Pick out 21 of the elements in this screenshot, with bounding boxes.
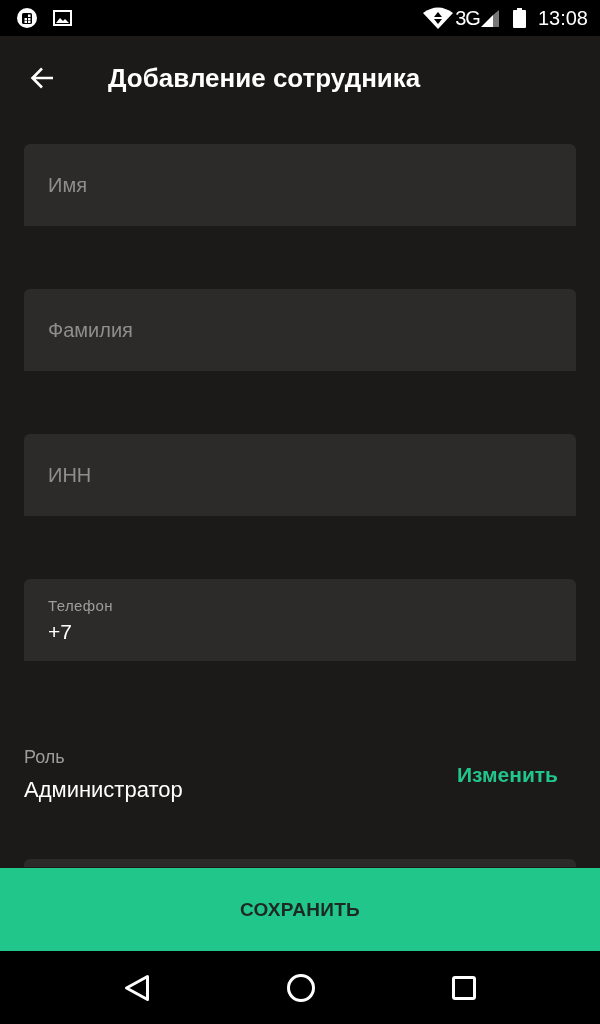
input-field[interactable]: Имя <box>24 144 576 226</box>
back-triangle-icon[interactable] <box>124 973 150 1002</box>
back-arrow-icon[interactable] <box>30 66 54 90</box>
role-label: Роль <box>24 746 65 768</box>
image-icon <box>53 10 72 26</box>
save-button[interactable]: СОХРАНИТЬ <box>0 868 600 951</box>
wifi-icon <box>423 7 454 29</box>
network-type-text: 3G <box>455 6 480 30</box>
change-button[interactable]: Изменить <box>457 762 558 788</box>
signal-icon <box>480 9 499 27</box>
recents-square-icon[interactable] <box>452 975 476 1000</box>
screen-title: Добавление сотрудника <box>108 62 421 94</box>
field-label: Телефон <box>48 597 114 614</box>
input-field[interactable] <box>24 859 576 867</box>
clock-text: 13:08 <box>537 6 588 30</box>
battery-icon <box>512 8 526 28</box>
input-field[interactable]: Фамилия <box>24 289 576 371</box>
grid-icon <box>17 8 37 28</box>
input-field[interactable]: ИНН <box>24 434 576 516</box>
home-circle-icon[interactable] <box>287 973 315 1002</box>
role-value: Администратор <box>24 776 183 804</box>
